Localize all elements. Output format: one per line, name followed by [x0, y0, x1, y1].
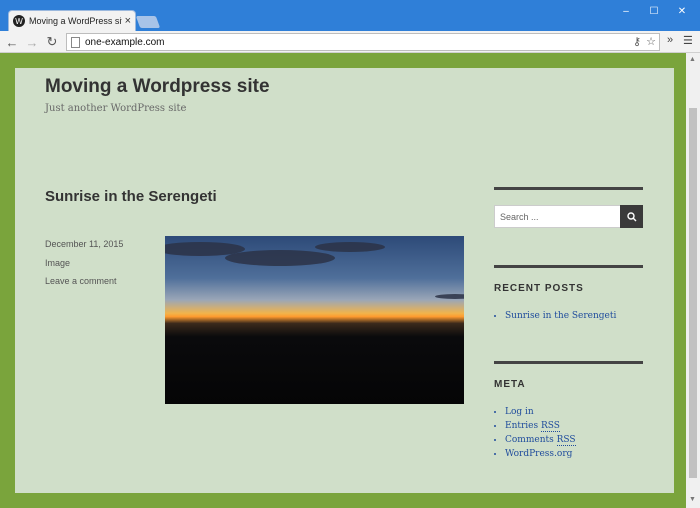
viewport: Moving a Wordpress site Just another Wor… [0, 53, 686, 508]
browser-titlebar: W Moving a WordPress site - × – ☐ ✕ [0, 0, 700, 31]
post-format[interactable]: Image [45, 258, 70, 268]
scrollbar-thumb[interactable] [689, 108, 697, 478]
meta-list: Log in Entries RSS Comments RSS WordPres… [494, 405, 576, 461]
cloud-shape [225, 250, 335, 266]
wordpress-icon: W [13, 15, 25, 27]
close-window-button[interactable]: ✕ [668, 4, 696, 18]
entries-rss-link[interactable]: Entries RSS [505, 419, 576, 433]
site-page: Moving a Wordpress site Just another Wor… [15, 68, 674, 493]
login-link[interactable]: Log in [505, 405, 576, 419]
menu-icon[interactable]: ☰ [683, 34, 693, 47]
close-tab-icon[interactable]: × [125, 15, 131, 27]
recent-post-link[interactable]: Sunrise in the Serengeti [505, 309, 616, 323]
search-placeholder: Search ... [500, 211, 539, 222]
post-featured-image[interactable] [165, 236, 464, 404]
widget-rule [494, 187, 643, 190]
minimize-button[interactable]: – [612, 4, 640, 18]
scroll-up-icon[interactable]: ▲ [689, 56, 696, 63]
tab-title: Moving a WordPress site - [29, 16, 122, 26]
maximize-button[interactable]: ☐ [640, 4, 668, 18]
recent-posts-title: RECENT POSTS [494, 283, 584, 294]
key-icon[interactable]: ⚷ [633, 35, 641, 48]
scroll-down-icon[interactable]: ▼ [689, 496, 696, 503]
vertical-scrollbar[interactable]: ▲ ▼ [686, 53, 700, 508]
widget-rule [494, 361, 643, 364]
cloud-shape [315, 242, 385, 252]
cloud-shape [435, 294, 464, 299]
comments-rss-link[interactable]: Comments RSS [505, 433, 576, 447]
search-button[interactable] [620, 205, 643, 228]
rss-abbr: RSS [540, 421, 560, 432]
reload-icon[interactable]: ↻ [44, 34, 60, 50]
widget-rule [494, 265, 643, 268]
wordpress-org-link[interactable]: WordPress.org [505, 447, 576, 461]
search-input[interactable]: Search ... [494, 205, 621, 228]
browser-toolbar: ← → ↻ one-example.com ⚷ ☆ » ☰ [0, 31, 700, 53]
browser-tab[interactable]: W Moving a WordPress site - × [8, 10, 136, 31]
address-text: one-example.com [85, 36, 165, 48]
forward-arrow-icon[interactable]: → [24, 34, 40, 50]
site-tagline: Just another WordPress site [45, 103, 187, 114]
search-icon [626, 211, 636, 221]
post-title[interactable]: Sunrise in the Serengeti [45, 188, 217, 205]
back-arrow-icon[interactable]: ← [4, 34, 20, 50]
extensions-overflow[interactable]: » [667, 34, 673, 46]
rss-abbr: RSS [556, 435, 576, 446]
site-title[interactable]: Moving a Wordpress site [45, 76, 270, 98]
comments-label: Comments [505, 435, 554, 445]
post-date[interactable]: December 11, 2015 [45, 239, 123, 249]
new-tab-button[interactable] [135, 16, 161, 28]
leave-comment-link[interactable]: Leave a comment [45, 276, 117, 286]
entries-label: Entries [505, 421, 539, 431]
meta-title: META [494, 379, 526, 390]
address-bar[interactable]: one-example.com ⚷ ☆ [66, 33, 660, 51]
star-icon[interactable]: ☆ [646, 35, 656, 48]
recent-posts-list: Sunrise in the Serengeti [494, 309, 616, 323]
page-icon [71, 36, 80, 48]
